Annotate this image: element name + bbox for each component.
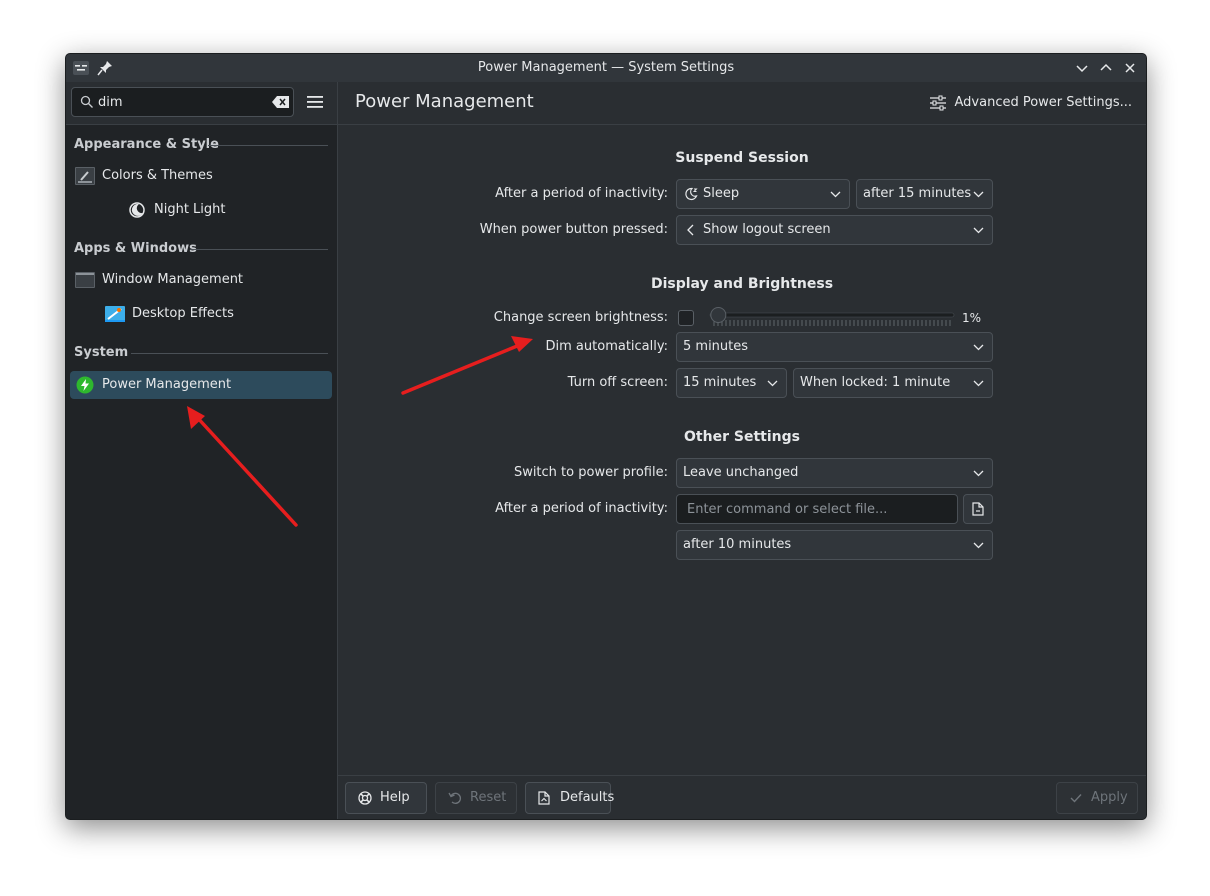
sidebar-item-colors-themes[interactable]: Colors & Themes — [70, 162, 332, 190]
dim-automatically-combo[interactable]: 5 minutes — [676, 332, 993, 362]
desktop-effects-icon — [105, 306, 125, 322]
chevron-down-icon — [973, 227, 984, 234]
chevron-down-icon — [973, 542, 984, 549]
brightness-slider[interactable] — [706, 307, 958, 329]
command-time-value: after 10 minutes — [683, 537, 792, 552]
advanced-power-settings-label: Advanced Power Settings... — [954, 95, 1133, 110]
sidebar-item-power-management[interactable]: Power Management — [70, 371, 332, 399]
command-time-combo[interactable]: after 10 minutes — [676, 530, 993, 560]
dim-automatically-value: 5 minutes — [683, 339, 749, 354]
hamburger-menu-icon[interactable] — [306, 94, 324, 110]
page-title: Power Management — [355, 91, 534, 112]
window-title: Power Management — System Settings — [477, 60, 735, 75]
turn-off-screen-label: Turn off screen: — [567, 375, 668, 390]
section-divider — [190, 249, 328, 250]
power-profile-value: Leave unchanged — [683, 465, 799, 480]
chevron-down-icon — [973, 191, 984, 198]
section-apps-windows: Apps & Windows — [74, 241, 197, 256]
section-divider — [131, 353, 328, 354]
undo-icon — [448, 792, 461, 804]
settings-content: Suspend Session After a period of inacti… — [338, 125, 1146, 775]
command-input[interactable] — [687, 500, 947, 518]
sidebar: Appearance & Style Colors & Themes Night… — [66, 82, 338, 819]
brightness-percent: 1% — [962, 311, 982, 325]
sidebar-item-desktop-effects[interactable]: Desktop Effects — [70, 300, 332, 328]
power-profile-label: Switch to power profile: — [513, 465, 668, 480]
sleep-icon — [685, 187, 698, 200]
select-file-button[interactable] — [963, 494, 993, 524]
suspend-time-combo[interactable]: after 15 minutes — [856, 179, 993, 209]
colors-themes-icon — [75, 167, 95, 185]
turn-off-when-locked-value: When locked: 1 minute — [800, 375, 951, 390]
close-icon[interactable] — [1121, 59, 1139, 77]
dim-automatically-label: Dim automatically: — [545, 339, 668, 354]
group-title-display-brightness: Display and Brightness — [650, 276, 834, 292]
reset-label: Reset — [470, 790, 507, 805]
brightness-label: Change screen brightness: — [493, 310, 668, 325]
search-icon — [80, 95, 93, 108]
turn-off-screen-combo[interactable]: 15 minutes — [676, 368, 787, 398]
chevron-down-icon — [973, 470, 984, 477]
sidebar-item-label: Power Management — [102, 377, 232, 392]
chevron-left-icon — [687, 224, 694, 236]
power-management-icon — [76, 376, 94, 394]
suspend-action-combo[interactable]: Sleep — [676, 179, 850, 209]
chevron-down-icon — [973, 380, 984, 387]
sidebar-item-label: Window Management — [102, 272, 244, 287]
suspend-inactivity-label: After a period of inactivity: — [495, 186, 668, 201]
help-button[interactable]: Help — [345, 782, 427, 814]
command-field[interactable] — [676, 494, 958, 524]
chevron-down-icon — [973, 344, 984, 351]
night-light-icon — [129, 202, 145, 218]
group-title-other-settings: Other Settings — [684, 429, 800, 445]
main-header: Power Management Advanced Power Settings… — [338, 82, 1146, 125]
clear-search-icon[interactable] — [272, 95, 290, 109]
minimize-icon[interactable] — [1073, 59, 1091, 77]
footer-bar: Help Reset Defaults Apply — [338, 775, 1146, 819]
file-icon — [972, 502, 984, 516]
section-divider — [208, 145, 328, 146]
suspend-time-value: after 15 minutes — [863, 186, 972, 201]
checkmark-icon — [1070, 794, 1082, 803]
section-system: System — [74, 345, 129, 360]
advanced-power-settings-button[interactable]: Advanced Power Settings... — [929, 92, 1133, 114]
turn-off-screen-value: 15 minutes — [683, 375, 757, 390]
section-appearance-style: Appearance & Style — [74, 137, 219, 152]
main-panel: Power Management Advanced Power Settings… — [338, 82, 1146, 819]
document-defaults-icon — [538, 791, 550, 805]
search-row — [66, 82, 337, 125]
apply-button[interactable]: Apply — [1056, 782, 1138, 814]
power-button-value: Show logout screen — [703, 222, 831, 237]
help-label: Help — [380, 790, 410, 805]
power-profile-combo[interactable]: Leave unchanged — [676, 458, 993, 488]
power-button-label: When power button pressed: — [479, 222, 668, 237]
suspend-action-value: Sleep — [703, 186, 740, 201]
brightness-checkbox[interactable] — [678, 310, 694, 326]
apply-label: Apply — [1091, 790, 1128, 805]
search-box[interactable] — [71, 87, 294, 117]
sidebar-item-label: Night Light — [154, 202, 226, 217]
turn-off-when-locked-combo[interactable]: When locked: 1 minute — [793, 368, 993, 398]
maximize-icon[interactable] — [1097, 59, 1115, 77]
defaults-label: Defaults — [560, 790, 615, 805]
sidebar-item-window-management[interactable]: Window Management — [70, 266, 332, 294]
chevron-down-icon — [767, 380, 778, 387]
sidebar-item-label: Desktop Effects — [132, 306, 234, 321]
sliders-icon — [929, 95, 946, 111]
search-input[interactable] — [98, 92, 258, 112]
sidebar-item-label: Colors & Themes — [102, 168, 213, 183]
run-command-inactivity-label: After a period of inactivity: — [495, 501, 668, 516]
title-bar: Power Management — System Settings — [66, 54, 1146, 83]
group-title-suspend-session: Suspend Session — [675, 150, 809, 166]
help-lifebuoy-icon — [358, 791, 372, 805]
defaults-button[interactable]: Defaults — [525, 782, 615, 814]
settings-window: Power Management — System Settings dim A… — [65, 53, 1147, 820]
window-management-icon — [75, 272, 95, 288]
power-button-combo[interactable]: Show logout screen — [676, 215, 993, 245]
reset-button[interactable]: Reset — [435, 782, 517, 814]
sidebar-item-night-light[interactable]: Night Light — [70, 196, 332, 224]
chevron-down-icon — [830, 191, 841, 198]
